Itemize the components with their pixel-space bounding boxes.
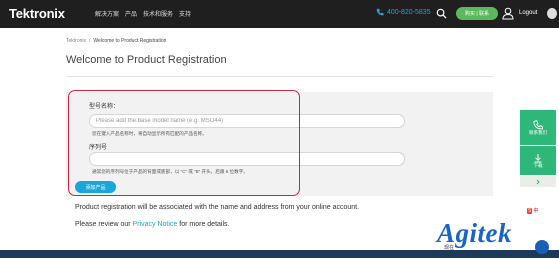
input-method-badge: S 中 — [527, 205, 557, 216]
main-nav: 解决方案 产品 技术和服务 支持 — [95, 9, 191, 18]
breadcrumb-separator: / — [89, 38, 91, 44]
top-navigation-bar: Tektronix 解决方案 产品 技术和服务 支持 400-820-5835 … — [0, 0, 559, 28]
privacy-note-suffix: for more details. — [179, 221, 230, 228]
nav-item-products[interactable]: 产品 — [125, 9, 137, 18]
privacy-note-prefix: Please review our — [75, 221, 131, 228]
logout-link[interactable]: Logout — [519, 10, 537, 16]
chat-label: 现在 — [444, 245, 455, 251]
nav-item-solutions[interactable]: 解决方案 — [95, 9, 119, 18]
input-method-label: 中 — [533, 208, 539, 214]
page-title: Welcome to Product Registration — [66, 54, 227, 66]
privacy-notice-link[interactable]: Privacy Notice — [133, 221, 178, 228]
contact-us-button[interactable]: 联系我们 — [520, 110, 556, 146]
form-highlight-box — [68, 90, 300, 196]
breadcrumb-current: Welcome to Product Registration — [93, 38, 167, 44]
user-icon[interactable] — [502, 7, 514, 20]
privacy-note: Please review our Privacy Notice for mor… — [75, 221, 229, 228]
download-label: 下载 — [533, 162, 543, 168]
search-icon[interactable] — [436, 8, 447, 19]
phone-contact[interactable]: 400-820-5835 — [376, 8, 431, 16]
avatar[interactable] — [547, 8, 557, 19]
s-logo-icon: S — [527, 207, 533, 214]
contact-us-label: 联系我们 — [529, 129, 547, 135]
breadcrumb-home[interactable]: Tektronix — [66, 38, 86, 44]
chevron-right-icon — [536, 179, 540, 184]
download-icon — [534, 153, 542, 162]
side-floating-widget: 联系我们 下载 — [520, 110, 556, 188]
chat-icon[interactable] — [535, 240, 549, 254]
nav-item-services[interactable]: 技术和服务 — [143, 9, 173, 18]
bottom-bar — [0, 250, 559, 258]
expand-widget-button[interactable] — [520, 176, 556, 188]
registration-note: Product registration will be associated … — [75, 204, 360, 211]
buy-contact-button[interactable]: 购买 | 联系 — [456, 7, 498, 20]
breadcrumb: Tektronix / Welcome to Product Registratio… — [66, 38, 166, 44]
download-button[interactable]: 下载 — [520, 146, 556, 176]
phone-number: 400-820-5835 — [387, 8, 431, 16]
title-divider — [66, 76, 493, 77]
phone-icon — [376, 8, 384, 16]
nav-item-support[interactable]: 支持 — [179, 9, 191, 18]
phone-icon — [533, 120, 543, 129]
tektronix-logo[interactable]: Tektronix — [9, 6, 65, 21]
